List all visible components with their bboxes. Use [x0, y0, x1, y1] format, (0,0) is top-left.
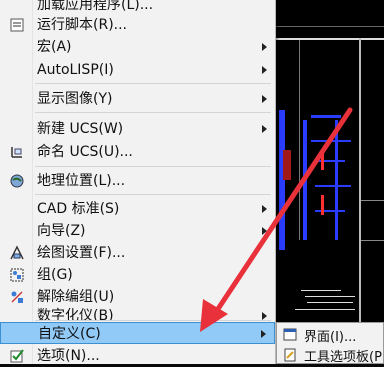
menu-item-label: 地理位置(L)...	[37, 173, 126, 189]
submenu-item-interface[interactable]: 界面(I)...	[277, 325, 384, 345]
drafting-settings-icon	[10, 245, 24, 260]
group-icon	[10, 268, 24, 282]
menu-separator	[35, 112, 271, 113]
menu-separator	[35, 320, 271, 321]
menu-separator	[35, 166, 271, 167]
menu-item-label: 数字化仪(B)	[37, 308, 114, 321]
ungroup-icon	[11, 291, 23, 303]
menu-item-geolocation[interactable]: 地理位置(L)...	[0, 170, 275, 192]
menu-item-label: 新建 UCS(W)	[37, 121, 124, 137]
submenu-item-label: 工具选项板(P	[304, 350, 382, 365]
menu-item-customize[interactable]: 自定义(C)	[0, 322, 275, 344]
geolocation-icon	[10, 174, 24, 188]
menu-item-label: 自定义(C)	[38, 326, 101, 342]
menu-item-group[interactable]: 组(G)	[0, 264, 275, 286]
submenu-arrow-icon	[262, 95, 267, 103]
menu-item-new-ucs[interactable]: 新建 UCS(W)	[0, 118, 275, 140]
submenu-arrow-icon	[262, 66, 267, 74]
menu-separator	[35, 83, 271, 84]
menu-item-label: 宏(A)	[37, 39, 72, 55]
menu-item-label: 组(G)	[37, 267, 73, 283]
script-icon	[10, 18, 24, 32]
menu-item-named-ucs[interactable]: 命名 UCS(U)...	[0, 141, 275, 163]
submenu-arrow-icon	[262, 205, 267, 213]
menu-item-label: 向导(Z)	[37, 223, 86, 239]
submenu-arrow-icon	[262, 43, 267, 51]
menu-item-label: 运行脚本(R)...	[37, 17, 128, 33]
submenu-arrow-icon	[262, 125, 267, 133]
menu-separator	[35, 194, 271, 195]
interface-icon	[283, 328, 297, 341]
menu-item-label: 绘图设置(F)...	[37, 245, 126, 261]
menu-item-display-image[interactable]: 显示图像(Y)	[0, 88, 275, 110]
menu-item-cad-standards[interactable]: CAD 标准(S)	[0, 198, 275, 220]
menu-item-label: 选项(N)...	[37, 348, 100, 364]
menu-item-drafting-settings[interactable]: 绘图设置(F)...	[0, 242, 275, 264]
submenu-arrow-icon	[262, 227, 267, 235]
submenu-item-tool-palette[interactable]: 工具选项板(P	[277, 345, 384, 365]
menu-item-label: 解除编组(U)	[37, 289, 115, 305]
menu-item-autolisp[interactable]: AutoLISP(I)	[0, 59, 275, 81]
menu-item-label: 命名 UCS(U)...	[37, 144, 133, 160]
menu-item-label: 加载应用程序(L)...	[37, 0, 154, 13]
submenu-arrow-icon	[262, 312, 267, 320]
tools-menu: 加载应用程序(L)... 运行脚本(R)... 宏(A) AutoLISP(I)…	[0, 0, 276, 364]
menu-item-macro[interactable]: 宏(A)	[0, 36, 275, 58]
customize-submenu: 界面(I)... 工具选项板(P	[276, 322, 384, 365]
submenu-arrow-icon	[261, 330, 266, 338]
tool-palette-icon	[284, 348, 296, 362]
menu-item-digitizer[interactable]: 数字化仪(B)	[0, 305, 275, 321]
menu-item-label: AutoLISP(I)	[37, 62, 114, 78]
menu-item-run-script[interactable]: 运行脚本(R)...	[0, 14, 275, 36]
checkbox-options-icon	[10, 349, 24, 363]
named-ucs-icon	[11, 147, 22, 158]
menu-item-wizard[interactable]: 向导(Z)	[0, 220, 275, 242]
menu-item-label: 显示图像(Y)	[37, 91, 113, 107]
menu-item-label: CAD 标准(S)	[37, 201, 120, 217]
drawing-canvas[interactable]	[275, 0, 384, 364]
submenu-item-label: 界面(I)...	[304, 330, 357, 345]
